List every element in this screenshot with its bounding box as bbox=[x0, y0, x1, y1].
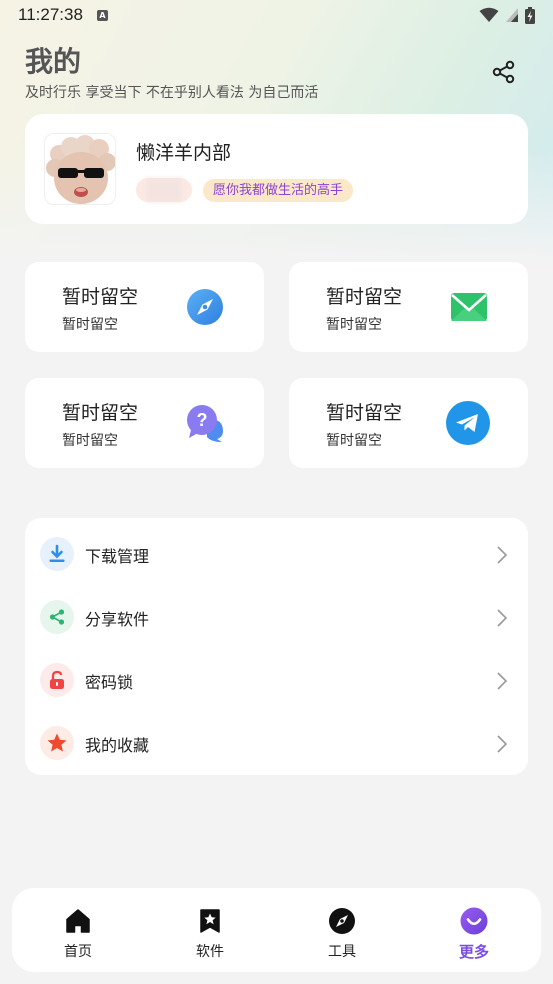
nav-item-home[interactable]: 首页 bbox=[38, 888, 118, 972]
avatar[interactable] bbox=[44, 133, 116, 205]
nav-label: 工具 bbox=[328, 944, 356, 960]
grid-card-subtitle: 暂时留空 bbox=[62, 317, 118, 333]
menu-item-label: 我的收藏 bbox=[85, 736, 150, 755]
menu-item-label: 分享软件 bbox=[85, 610, 150, 629]
grid-card-title: 暂时留空 bbox=[62, 286, 139, 308]
page-header: 我的 及时行乐 享受当下 不在乎别人看法 为自己而活 bbox=[25, 44, 318, 102]
grid-card-title: 暂时留空 bbox=[62, 402, 139, 424]
wifi-icon bbox=[479, 7, 499, 22]
smile-icon bbox=[460, 907, 488, 935]
nav-item-more[interactable]: 更多 bbox=[434, 888, 514, 972]
menu-item-password-lock[interactable]: 密码锁 bbox=[25, 647, 528, 710]
motto-badge: 愿你我都做生活的高手 bbox=[203, 179, 354, 202]
page-subtitle: 及时行乐 享受当下 不在乎别人看法 为自己而活 bbox=[25, 85, 319, 101]
nav-item-tools[interactable]: 工具 bbox=[302, 888, 382, 972]
share-icon bbox=[492, 60, 515, 84]
lock-icon bbox=[40, 663, 74, 697]
star-icon bbox=[40, 726, 74, 760]
menu-item-label: 下载管理 bbox=[85, 547, 150, 566]
chevron-right-icon bbox=[497, 609, 508, 627]
menu-item-download[interactable]: 下载管理 bbox=[25, 521, 528, 584]
question-chat-icon: ? bbox=[187, 405, 223, 442]
mail-icon bbox=[451, 293, 487, 321]
share-icon bbox=[40, 600, 74, 634]
status-bar: 11:27:38 A bbox=[0, 0, 553, 30]
grid-card-title: 暂时留空 bbox=[326, 286, 403, 308]
grid-card-subtitle: 暂时留空 bbox=[326, 433, 382, 449]
status-time: 11:27:38 bbox=[18, 5, 83, 24]
nav-label: 首页 bbox=[64, 944, 92, 960]
profile-card[interactable]: 懒洋羊内部 愿你我都做生活的高手 bbox=[25, 114, 528, 224]
nav-label: 更多 bbox=[458, 943, 489, 961]
username: 懒洋羊内部 bbox=[136, 142, 232, 164]
grid-card-title: 暂时留空 bbox=[326, 402, 403, 424]
menu-list: 下载管理 分享软件 密码锁 我的收藏 bbox=[25, 518, 528, 775]
compass-icon bbox=[187, 289, 223, 325]
battery-icon bbox=[525, 6, 535, 24]
grid-card-3[interactable]: 暂时留空 暂时留空 ? bbox=[25, 378, 264, 468]
grid-card-1[interactable]: 暂时留空 暂时留空 bbox=[25, 262, 264, 352]
menu-item-share[interactable]: 分享软件 bbox=[25, 584, 528, 647]
home-icon bbox=[66, 909, 90, 933]
compass-icon bbox=[329, 908, 355, 934]
status-icons bbox=[479, 6, 535, 24]
share-button[interactable] bbox=[491, 59, 517, 85]
chevron-right-icon bbox=[497, 672, 508, 690]
grid-card-2[interactable]: 暂时留空 暂时留空 bbox=[289, 262, 528, 352]
blurred-badge bbox=[136, 178, 192, 202]
bookmark-star-icon bbox=[200, 909, 220, 933]
chevron-right-icon bbox=[497, 546, 508, 564]
sheep-avatar-icon bbox=[45, 134, 115, 204]
download-icon bbox=[40, 537, 74, 571]
menu-item-favorites[interactable]: 我的收藏 bbox=[25, 710, 528, 773]
menu-item-label: 密码锁 bbox=[85, 673, 134, 692]
page-title: 我的 bbox=[25, 45, 82, 78]
nav-label: 软件 bbox=[196, 944, 224, 960]
grid-card-subtitle: 暂时留空 bbox=[326, 317, 382, 333]
chevron-right-icon bbox=[497, 735, 508, 753]
telegram-icon bbox=[446, 401, 490, 445]
bottom-nav: 首页 软件 工具 更多 bbox=[12, 888, 541, 972]
svg-text:?: ? bbox=[197, 410, 208, 430]
grid-card-subtitle: 暂时留空 bbox=[62, 433, 118, 449]
grid-card-4[interactable]: 暂时留空 暂时留空 bbox=[289, 378, 528, 468]
notification-icon: A bbox=[96, 9, 108, 21]
signal-icon bbox=[506, 8, 518, 22]
nav-item-software[interactable]: 软件 bbox=[170, 888, 250, 972]
